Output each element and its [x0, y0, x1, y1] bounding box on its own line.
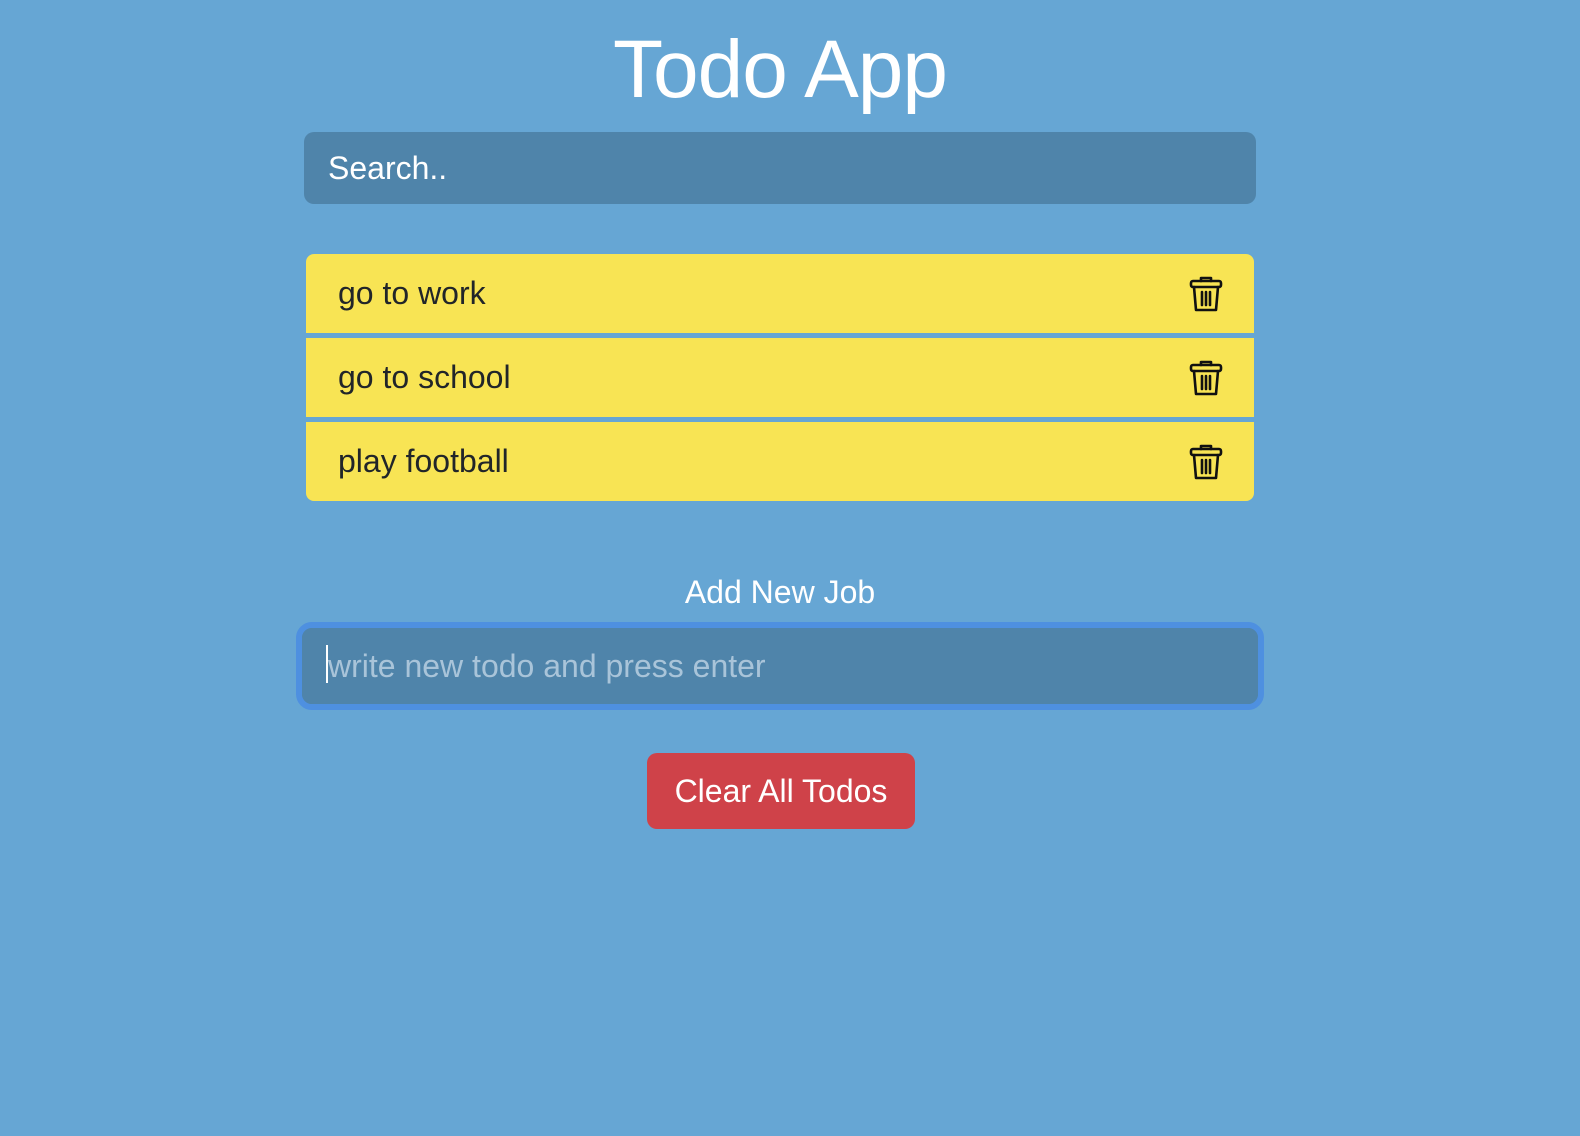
text-caret — [326, 645, 328, 683]
add-new-job-label: Add New Job — [684, 574, 876, 610]
todo-text: go to work — [338, 275, 486, 311]
search-input[interactable]: Search.. — [304, 132, 1256, 204]
trash-icon[interactable] — [1188, 358, 1224, 398]
todo-text: go to school — [338, 359, 511, 395]
trash-icon[interactable] — [1188, 442, 1224, 482]
add-todo-input[interactable] — [302, 628, 1258, 704]
search-input-text: Search.. — [328, 149, 448, 186]
list-item: go to school — [306, 338, 1254, 417]
add-todo-field-wrapper — [296, 622, 1264, 710]
todo-list: go to work go to school play football — [306, 254, 1254, 501]
list-item: go to work — [306, 254, 1254, 333]
todo-text: play football — [338, 443, 509, 479]
list-item: play football — [306, 422, 1254, 501]
clear-all-todos-button[interactable]: Clear All Todos — [647, 753, 915, 829]
trash-icon[interactable] — [1188, 274, 1224, 314]
page-title: Todo App — [613, 24, 948, 115]
